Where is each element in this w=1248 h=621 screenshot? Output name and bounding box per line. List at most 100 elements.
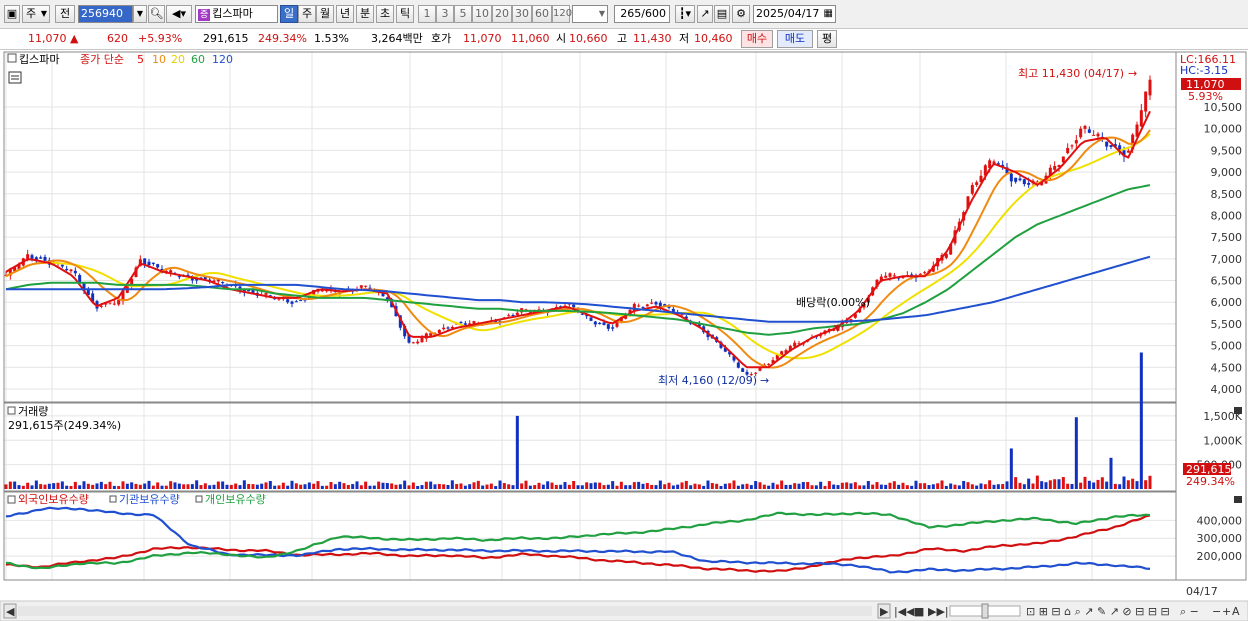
volume-bar — [30, 485, 34, 489]
volume-bar — [320, 485, 324, 489]
volume-bar — [554, 484, 558, 489]
volume-bar — [728, 483, 732, 489]
panel-close-icon[interactable] — [1234, 496, 1242, 503]
volume-bar — [221, 481, 225, 489]
interval-input[interactable]: ▼ — [572, 5, 608, 23]
volume-bar — [108, 481, 112, 489]
candle-body — [60, 264, 64, 267]
panel-box-icon[interactable] — [7, 53, 17, 63]
panel-close-icon[interactable] — [1234, 407, 1242, 414]
last-page-icon[interactable]: ▶▶| — [928, 605, 949, 618]
layout-icons[interactable]: ⊡ ⊞ ⊟ ⌂ ⌕ ↗ ✎ ↗ ⊘ ⊟ ⊟ ⊟ — [1026, 605, 1170, 618]
bid-value: 11,060 — [511, 32, 550, 45]
price-tick-label: 9,500 — [1211, 144, 1243, 157]
volume-bar — [814, 485, 818, 489]
volume-bar — [290, 480, 294, 489]
volume-bar — [299, 484, 303, 489]
interval-1[interactable]: 1 — [418, 5, 436, 23]
candle-body — [645, 304, 649, 307]
volume-bar — [329, 482, 333, 489]
count-field[interactable]: 265/600 — [614, 5, 670, 23]
first-page-icon[interactable]: |◀◀ — [894, 605, 915, 618]
stock-name-field[interactable]: 증 킵스파마 — [195, 5, 278, 23]
candle-body — [420, 337, 424, 343]
count-total: /600 — [641, 7, 666, 20]
volume-bar — [242, 480, 246, 489]
volume-bar — [975, 485, 979, 489]
volume-bar — [823, 485, 827, 489]
period-minute[interactable]: 분 — [356, 5, 374, 23]
legend-foreign: 외국인보유수량 — [18, 493, 89, 506]
code-dropdown-icon[interactable]: ▼ — [133, 5, 147, 23]
window-menu-icon[interactable]: ▣ — [4, 5, 20, 23]
minus-icon[interactable]: − — [1212, 605, 1221, 618]
volume-bar — [338, 481, 342, 489]
volume-bar — [684, 480, 688, 489]
period-week[interactable]: 주 — [298, 5, 316, 23]
price-change-pct: +5.93% — [138, 32, 183, 45]
candle-body — [459, 322, 463, 324]
volume-bar — [1005, 481, 1009, 489]
period-tick[interactable]: 틱 — [396, 5, 414, 23]
volume-bar — [706, 480, 710, 489]
interval-5[interactable]: 5 — [454, 5, 472, 23]
interval-30[interactable]: 30 — [512, 5, 532, 23]
eval-button[interactable]: 평 — [817, 30, 837, 48]
candle-body — [290, 301, 294, 304]
market-label: 주 — [26, 7, 37, 20]
turnover-rate: 1.53% — [314, 32, 349, 45]
zoom-slider-handle[interactable] — [981, 603, 989, 619]
volume-bar — [364, 481, 368, 489]
volume-bar — [494, 486, 498, 489]
period-second[interactable]: 초 — [376, 5, 394, 23]
speaker-icon[interactable]: ◀▾ — [166, 5, 192, 23]
period-day[interactable]: 일 — [280, 5, 298, 23]
interval-3[interactable]: 3 — [436, 5, 454, 23]
draw-tool-icon[interactable]: ↗ — [697, 5, 713, 23]
panel-box-icon[interactable] — [7, 495, 16, 504]
sell-button[interactable]: 매도 — [777, 30, 813, 48]
date-field[interactable]: 2025/04/17 ▦ — [753, 5, 836, 23]
volume-bar — [585, 482, 589, 489]
price-tick-label: 5,000 — [1211, 340, 1243, 353]
stock-chart[interactable]: 10,50010,0009,5009,0008,5008,0007,5007,0… — [0, 50, 1248, 621]
volume-bar — [1053, 479, 1057, 489]
volume-bar — [953, 484, 957, 489]
interval-60[interactable]: 60 — [532, 5, 552, 23]
volume-bar — [897, 484, 901, 489]
stock-code-input[interactable]: 256940 — [78, 5, 133, 23]
interval-120[interactable]: 120 — [552, 5, 572, 23]
period-month[interactable]: 월 — [316, 5, 334, 23]
volume-bar — [316, 481, 320, 489]
market-select[interactable]: 주 ▼ — [22, 5, 50, 23]
volume-bar — [650, 484, 654, 489]
volume-bar — [56, 482, 60, 489]
search-icon[interactable]: 🔍︎ — [148, 5, 165, 23]
price-tick-label: 4,000 — [1211, 383, 1243, 396]
zoom-out-icon[interactable]: ⌕ − — [1180, 605, 1199, 618]
last-volume-pct: 249.34% — [1186, 475, 1235, 488]
volume-bar — [407, 485, 411, 489]
scroll-track[interactable] — [18, 606, 872, 616]
volume-bar — [117, 486, 121, 489]
stop-icon[interactable]: ■ — [914, 605, 924, 618]
gear-icon[interactable]: ⚙ — [732, 5, 750, 23]
volume-bar — [983, 484, 987, 489]
prev-button[interactable]: 전 — [55, 5, 75, 23]
calculator-icon[interactable] — [8, 71, 22, 84]
candle-body — [177, 276, 181, 278]
interval-10[interactable]: 10 — [472, 5, 492, 23]
ma-legend-prefix: 종가 단순 — [80, 53, 124, 66]
volume-bar — [342, 483, 346, 489]
volume-bar — [732, 480, 736, 489]
period-year[interactable]: 년 — [336, 5, 354, 23]
buy-button[interactable]: 매수 — [741, 30, 773, 48]
plus-icon[interactable]: + — [1222, 605, 1231, 618]
candle-type-icon[interactable]: ┇▾ — [675, 5, 695, 23]
interval-20[interactable]: 20 — [492, 5, 512, 23]
panel-box-icon[interactable] — [7, 406, 16, 415]
volume-panel-value: 291,615주(249.34%) — [8, 419, 121, 432]
volume-bar — [1118, 484, 1122, 489]
save-icon[interactable]: ▤ — [714, 5, 730, 23]
font-size-icon[interactable]: A — [1232, 605, 1240, 618]
